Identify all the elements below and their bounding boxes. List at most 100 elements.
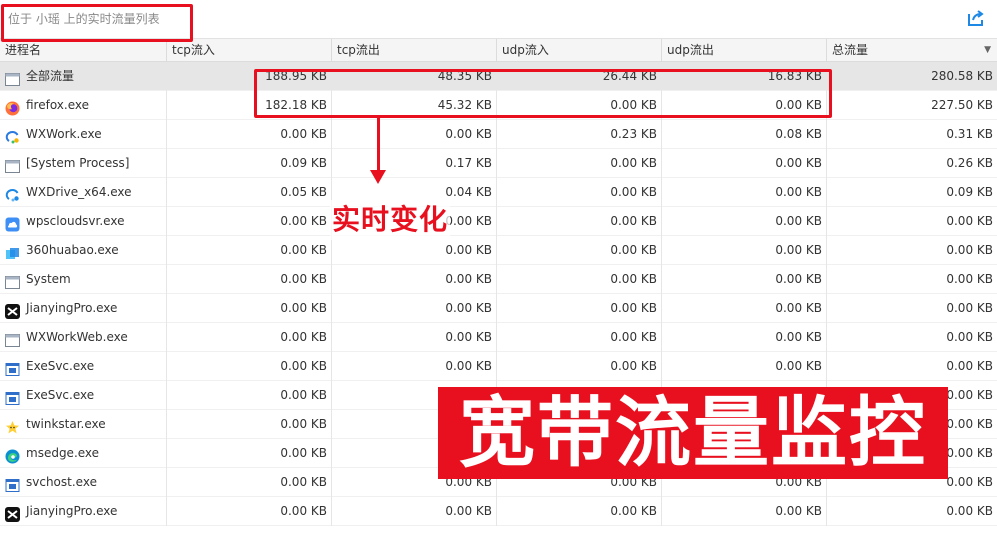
export-button[interactable] xyxy=(966,9,986,27)
cell-total: 0.00 KB xyxy=(946,504,993,518)
column-header-total[interactable]: 总流量 ▼ xyxy=(827,39,997,61)
cell-tcp-out: 0.17 KB xyxy=(332,149,497,178)
cell-udp-in: 0.00 KB xyxy=(497,410,662,439)
cell-tcp-in: 0.00 KB xyxy=(167,410,332,439)
cell-udp-in: 0.00 KB xyxy=(497,439,662,468)
column-header-process[interactable]: 进程名 xyxy=(0,39,167,61)
cell-tcp-out: 0.00 KB xyxy=(332,294,497,323)
cell-udp-in: 0.00 KB xyxy=(497,294,662,323)
cell-udp-out: 0.00 KB xyxy=(662,294,827,323)
window-icon xyxy=(5,156,20,173)
cell-tcp-in: 0.00 KB xyxy=(167,236,332,265)
exe-icon xyxy=(5,475,20,492)
cell-udp-in: 0.23 KB xyxy=(497,120,662,149)
table-row[interactable]: firefox.exe 182.18 KB 45.32 KB 0.00 KB 0.00 … xyxy=(0,91,997,120)
cell-total: 0.00 KB xyxy=(946,272,993,286)
process-name-cell: JianyingPro.exe xyxy=(0,497,167,526)
process-name-cell: WXWorkWeb.exe xyxy=(0,323,167,352)
cell-udp-out: 0.08 KB xyxy=(662,120,827,149)
process-name-cell: System xyxy=(0,265,167,294)
table-row[interactable]: svchost.exe 0.00 KB 0.00 KB 0.00 KB 0.00 KB 0… xyxy=(0,468,997,497)
table-row[interactable]: JianyingPro.exe 0.00 KB 0.00 KB 0.00 KB 0.00… xyxy=(0,294,997,323)
twinkstar-icon xyxy=(5,417,20,434)
table-row[interactable]: 360huabao.exe 0.00 KB 0.00 KB 0.00 KB 0.00 K… xyxy=(0,236,997,265)
cell-udp-in: 0.00 KB xyxy=(497,91,662,120)
process-name-cell: 360huabao.exe xyxy=(0,236,167,265)
cell-tcp-in: 0.05 KB xyxy=(167,178,332,207)
process-name: System xyxy=(26,272,71,286)
cell-udp-in: 0.00 KB xyxy=(497,381,662,410)
cell-udp-in: 0.00 KB xyxy=(497,323,662,352)
huabao-icon xyxy=(5,243,20,259)
cell-tcp-in: 0.00 KB xyxy=(167,468,332,497)
table-row[interactable]: wpscloudsvr.exe 0.00 KB 0.00 KB 0.00 KB 0.00… xyxy=(0,207,997,236)
process-name-cell: JianyingPro.exe xyxy=(0,294,167,323)
cell-tcp-out: 45.32 KB xyxy=(332,91,497,120)
table-row[interactable]: System 0.00 KB 0.00 KB 0.00 KB 0.00 KB 0.00 K… xyxy=(0,265,997,294)
cell-udp-in: 0.00 KB xyxy=(497,468,662,497)
window-icon xyxy=(5,330,20,347)
table-row[interactable]: JianyingPro.exe 0.00 KB 0.00 KB 0.00 KB 0.00… xyxy=(0,497,997,526)
cell-udp-out: 0.00 KB xyxy=(662,236,827,265)
cell-tcp-in: 0.00 KB xyxy=(167,294,332,323)
cell-tcp-in: 0.00 KB xyxy=(167,207,332,236)
wxdrive-icon xyxy=(5,185,20,202)
table-row[interactable]: WXDrive_x64.exe 0.05 KB 0.04 KB 0.00 KB 0.00… xyxy=(0,178,997,207)
cell-udp-out: 0.00 KB xyxy=(662,178,827,207)
cell-tcp-out: 48.35 KB xyxy=(332,62,497,91)
cell-udp-in: 0.00 KB xyxy=(497,497,662,526)
exe-icon xyxy=(5,388,20,405)
title-bar: 位于 小瑶 上的实时流量列表 xyxy=(0,0,997,38)
cell-tcp-out: 0.00 KB xyxy=(332,265,497,294)
table-row[interactable]: ExeSvc.exe 0.00 KB 0.00 KB 0.00 KB 0.00 KB 0.… xyxy=(0,352,997,381)
table-row[interactable]: [System Process] 0.09 KB 0.17 KB 0.00 KB 0.0… xyxy=(0,149,997,178)
cell-total: 0.00 KB xyxy=(946,301,993,315)
cell-total: 280.58 KB xyxy=(931,69,993,83)
table-row[interactable]: twinkstar.exe 0.00 KB 0.00 KB 0.00 KB 0.00 K… xyxy=(0,410,997,439)
column-header-udp-in[interactable]: udp流入 xyxy=(497,39,662,61)
table-row[interactable]: msedge.exe 0.00 KB 0.00 KB 0.00 KB 0.00 KB 0.… xyxy=(0,439,997,468)
column-header-tcp-out[interactable]: tcp流出 xyxy=(332,39,497,61)
process-name: firefox.exe xyxy=(26,98,90,112)
table-header: 进程名 tcp流入 tcp流出 udp流入 udp流出 总流量 ▼ xyxy=(0,38,997,62)
firefox-icon xyxy=(5,98,20,116)
cell-tcp-out: 0.00 KB xyxy=(332,497,497,526)
process-name-cell: firefox.exe xyxy=(0,91,167,120)
cell-total: 0.00 KB xyxy=(946,359,993,373)
column-header-tcp-in[interactable]: tcp流入 xyxy=(167,39,332,61)
column-header-udp-out[interactable]: udp流出 xyxy=(662,39,827,61)
cell-tcp-out: 0.00 KB xyxy=(332,323,497,352)
cell-udp-in: 0.00 KB xyxy=(497,352,662,381)
exe-icon xyxy=(5,359,20,376)
process-name: msedge.exe xyxy=(26,446,100,460)
cell-udp-in: 26.44 KB xyxy=(497,62,662,91)
process-table: 全部流量 188.95 KB 48.35 KB 26.44 KB 16.83 KB 280… xyxy=(0,62,997,526)
cell-total: 0.00 KB xyxy=(946,214,993,228)
cell-total: 0.00 KB xyxy=(946,330,993,344)
cell-tcp-in: 0.00 KB xyxy=(167,120,332,149)
table-row[interactable]: ExeSvc.exe 0.00 KB 0.00 KB 0.00 KB 0.00 KB 0.… xyxy=(0,381,997,410)
sort-descending-icon: ▼ xyxy=(984,45,991,55)
window-icon xyxy=(5,69,20,86)
cell-tcp-out: 0.00 KB xyxy=(332,207,497,236)
cell-udp-out: 0.00 KB xyxy=(662,149,827,178)
cell-tcp-out: 0.00 KB xyxy=(332,352,497,381)
process-name: JianyingPro.exe xyxy=(26,301,118,315)
cell-total: 0.00 KB xyxy=(946,388,993,402)
process-name-cell: wpscloudsvr.exe xyxy=(0,207,167,236)
cell-total: 0.00 KB xyxy=(946,243,993,257)
cell-tcp-out: 0.00 KB xyxy=(332,236,497,265)
cell-tcp-in: 182.18 KB xyxy=(167,91,332,120)
cell-total: 0.31 KB xyxy=(946,127,993,141)
cell-total: 0.00 KB xyxy=(946,446,993,460)
cell-tcp-out: 0.00 KB xyxy=(332,410,497,439)
table-row[interactable]: WXWorkWeb.exe 0.00 KB 0.00 KB 0.00 KB 0.00 K… xyxy=(0,323,997,352)
process-name-cell: twinkstar.exe xyxy=(0,410,167,439)
table-row[interactable]: WXWork.exe 0.00 KB 0.00 KB 0.23 KB 0.08 KB 0.… xyxy=(0,120,997,149)
cell-udp-out: 0.00 KB xyxy=(662,381,827,410)
cell-udp-out: 0.00 KB xyxy=(662,352,827,381)
process-name: wpscloudsvr.exe xyxy=(26,214,125,228)
cell-total: 0.00 KB xyxy=(946,475,993,489)
cell-tcp-out: 0.00 KB xyxy=(332,468,497,497)
table-row-total[interactable]: 全部流量 188.95 KB 48.35 KB 26.44 KB 16.83 KB 280… xyxy=(0,62,997,91)
